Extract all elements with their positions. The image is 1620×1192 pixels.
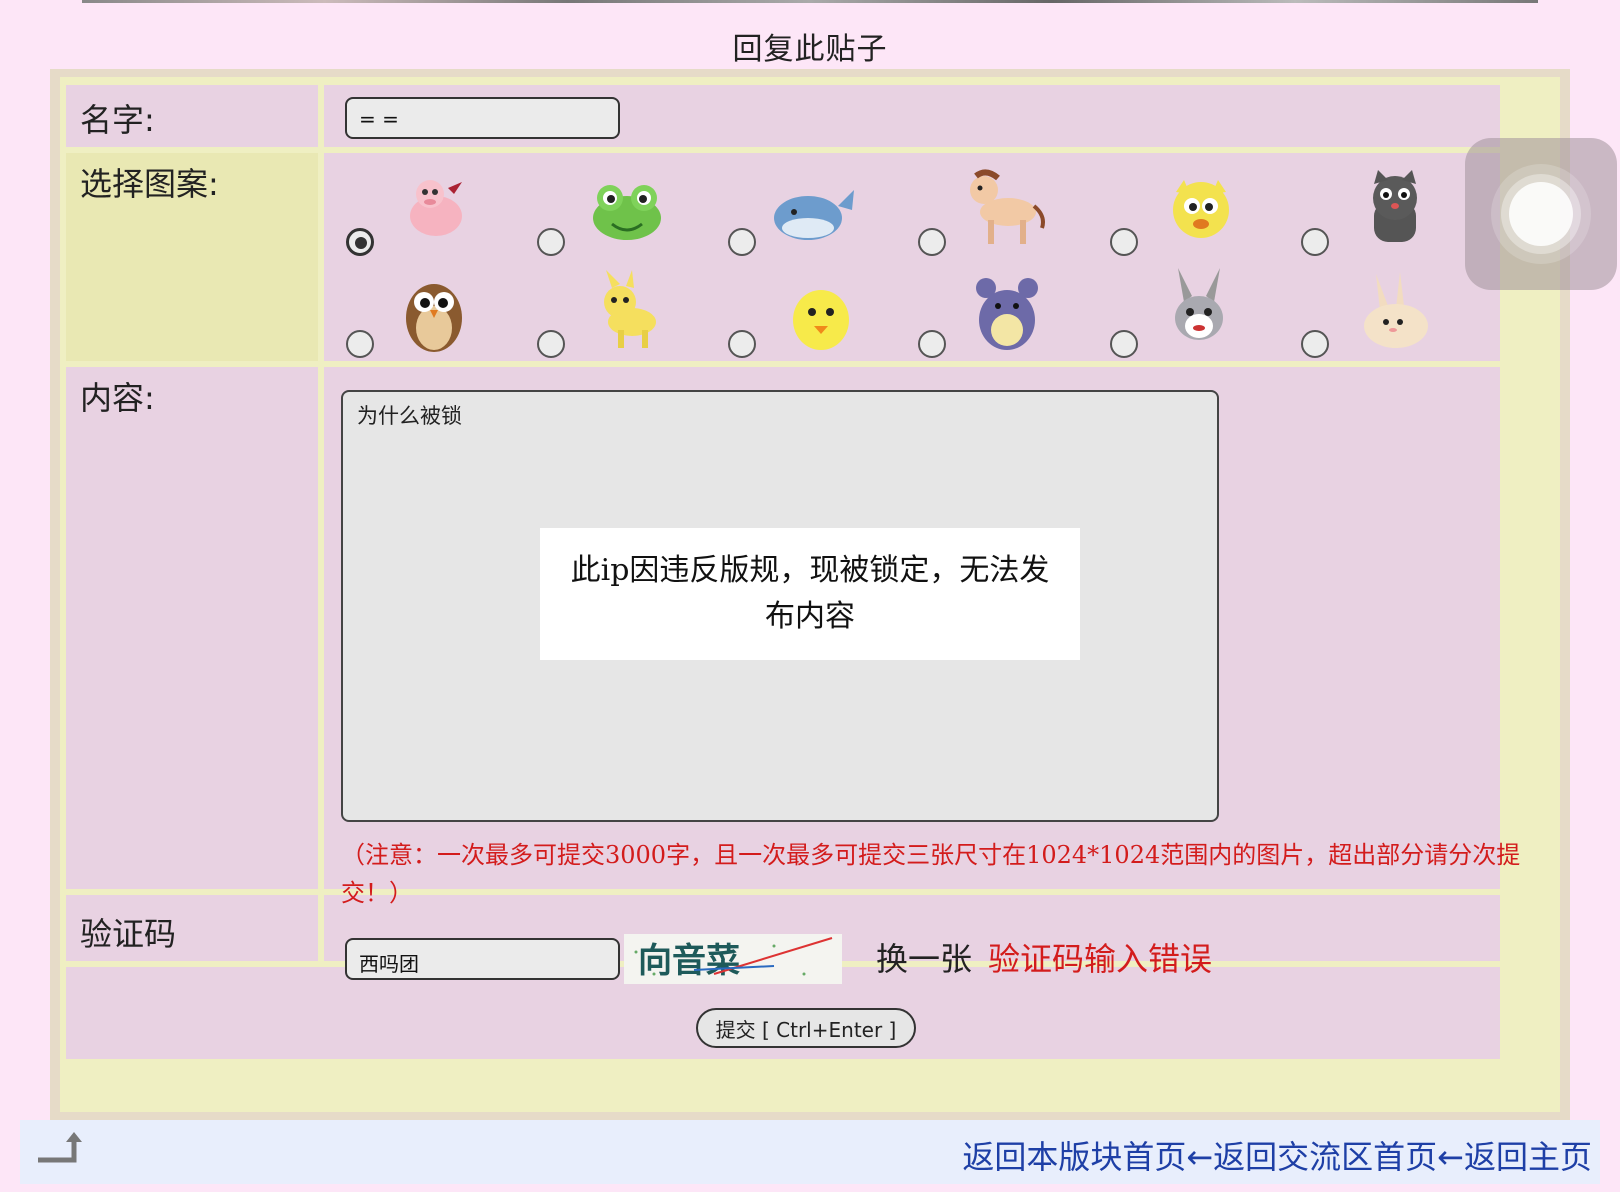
page-title: 回复此贴子	[732, 32, 888, 67]
whale-icon[interactable]	[772, 182, 856, 248]
pattern-radio-rabbit[interactable]	[1301, 330, 1329, 358]
content-label-cell: 内容:	[66, 367, 318, 889]
captcha-label: 验证码	[80, 915, 177, 953]
pattern-radio-whale[interactable]	[728, 228, 756, 256]
captcha-refresh-link[interactable]: 换一张	[876, 934, 972, 980]
pattern-radio-frog[interactable]	[537, 228, 565, 256]
cat-face-icon[interactable]	[1168, 178, 1234, 244]
gray-cat-icon[interactable]	[1364, 170, 1426, 254]
captcha-label-cell: 验证码	[66, 895, 318, 961]
footer-nav: 返回本版块首页←返回交流区首页←返回主页	[20, 1120, 1600, 1184]
owl-icon[interactable]	[404, 276, 464, 358]
name-label-cell: 名字:	[66, 85, 318, 147]
assistive-touch-button[interactable]	[1465, 138, 1617, 290]
pattern-radio-mouse[interactable]	[918, 330, 946, 358]
pattern-radio-bunny[interactable]	[1110, 330, 1138, 358]
rabbit-icon[interactable]	[1360, 272, 1432, 354]
captcha-image-text: 向音菜	[638, 941, 740, 981]
bunny-icon[interactable]	[1168, 266, 1230, 354]
pig-icon[interactable]	[400, 172, 472, 248]
name-label: 名字:	[80, 101, 155, 139]
arrow-separator: ←	[1437, 1138, 1464, 1176]
link-main-home[interactable]: 返回主页	[1464, 1138, 1592, 1176]
submit-button[interactable]: 提交 [ Ctrl+Enter ]	[696, 1008, 916, 1048]
captcha-input[interactable]: 西吗团	[345, 938, 620, 980]
pattern-radio-horse[interactable]	[918, 228, 946, 256]
pattern-radio-graycat[interactable]	[1301, 228, 1329, 256]
pattern-radio-pig[interactable]	[346, 228, 374, 256]
pattern-value-cell	[324, 153, 1500, 361]
captcha-error: 验证码输入错误	[988, 940, 1213, 978]
link-board-home[interactable]: 返回本版块首页	[962, 1138, 1186, 1176]
locked-toast: 此ip因违反版规，现被锁定，无法发布内容	[540, 528, 1080, 660]
footer-links: 返回本版块首页←返回交流区首页←返回主页	[962, 1132, 1592, 1178]
frog-icon[interactable]	[590, 180, 664, 248]
top-banner-strip	[82, 0, 1538, 3]
arrow-separator: ←	[1186, 1138, 1214, 1176]
mouse-icon[interactable]	[976, 274, 1038, 356]
pattern-radio-owl[interactable]	[346, 330, 374, 358]
horse-icon[interactable]	[962, 166, 1048, 254]
content-label: 内容:	[80, 379, 155, 417]
pattern-radio-catface[interactable]	[1110, 228, 1138, 256]
pattern-radio-chick[interactable]	[728, 330, 756, 358]
captcha-image[interactable]: 向音菜	[624, 934, 842, 984]
pattern-label: 选择图案:	[80, 165, 219, 203]
content-text: 为什么被锁	[357, 404, 462, 428]
name-input[interactable]: = =	[345, 97, 620, 139]
upload-note: （注意：一次最多可提交3000字，且一次最多可提交三张尺寸在1024*1024范…	[341, 841, 1521, 907]
pikachu-icon[interactable]	[592, 270, 664, 354]
toast-message: 此ip因违反版规，现被锁定，无法发布内容	[570, 553, 1050, 634]
link-community-home[interactable]: 返回交流区首页	[1213, 1138, 1437, 1176]
return-arrow-icon[interactable]	[34, 1130, 86, 1174]
pattern-radio-pikachu[interactable]	[537, 330, 565, 358]
chick-icon[interactable]	[790, 280, 852, 356]
pattern-label-cell: 选择图案:	[66, 153, 318, 361]
